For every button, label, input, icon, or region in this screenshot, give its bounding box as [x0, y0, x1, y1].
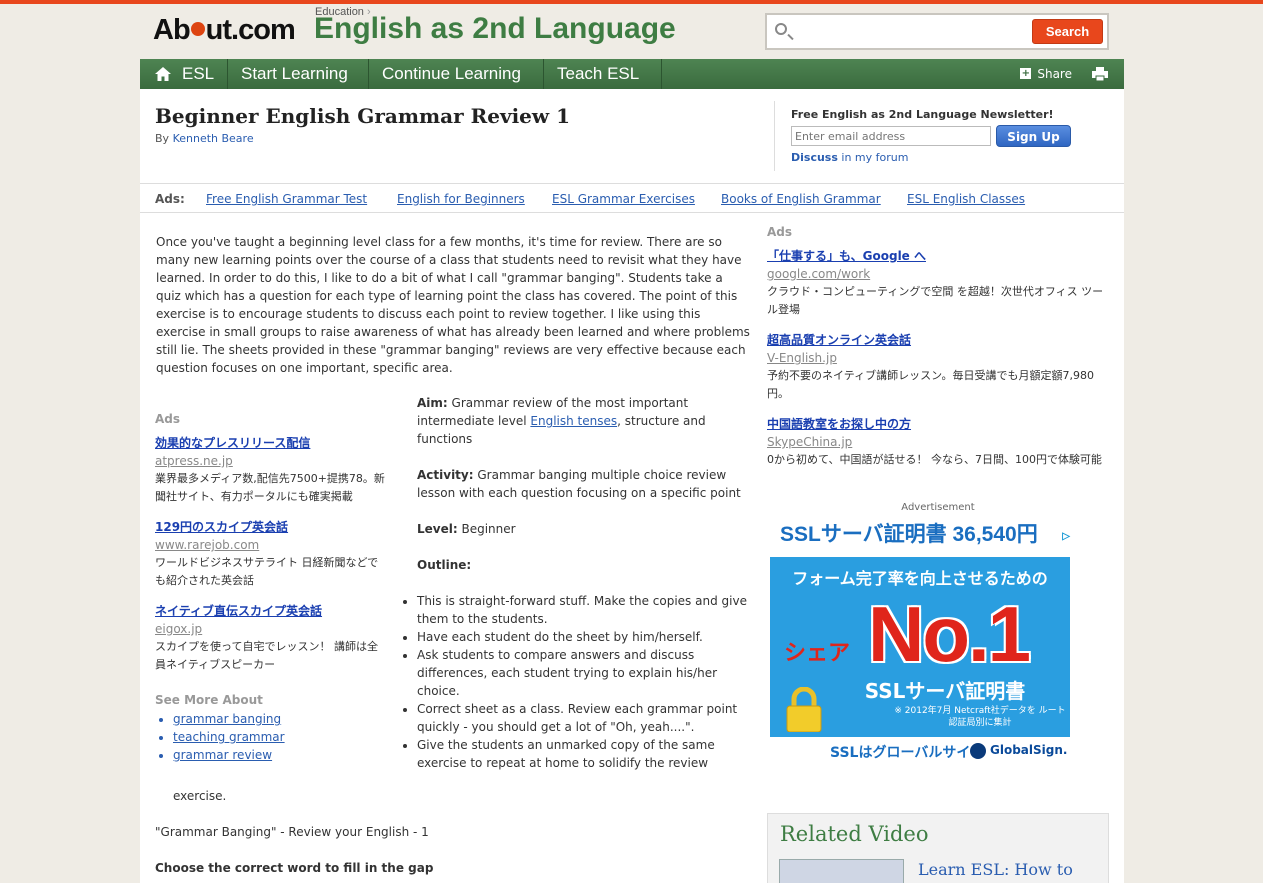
globalsign-icon — [970, 743, 986, 759]
list-item: grammar review — [173, 746, 285, 764]
about-logo[interactable]: Ab ut.com — [153, 14, 296, 47]
ad-description: ワールドビジネスサテライト 日経新聞などでも紹介された英会話 — [155, 556, 379, 587]
exercise-instructions: Choose the correct word to fill in the g… — [155, 861, 434, 875]
logo-dot-icon — [190, 22, 205, 37]
activity-paragraph: Activity: Grammar banging multiple choic… — [417, 468, 741, 500]
ads-bar-link[interactable]: ESL Grammar Exercises — [552, 192, 695, 206]
article-intro: Once you've taught a beginning level cla… — [156, 235, 750, 375]
ad-url-link[interactable]: SkypeChina.jp — [767, 433, 1109, 451]
ad-description: 予約不要のネイティブ講師レッスン。毎日受講でも月額定額7,980円。 — [767, 369, 1094, 400]
banner-share-text: シェア — [784, 640, 851, 665]
exercise-title: "Grammar Banging" - Review your English … — [155, 825, 429, 839]
nav-item-esl[interactable]: ESL — [140, 59, 228, 89]
level-paragraph: Level: Beginner — [417, 522, 516, 536]
list-item: Have each student do the sheet by him/he… — [417, 628, 752, 646]
list-item: Correct sheet as a class. Review each gr… — [417, 700, 752, 736]
ad-description: クラウド・コンピューティングで空間 を超越！次世代オフィス ツール登場 — [767, 285, 1104, 316]
banner-tagline: フォーム完了率を向上させるための — [792, 569, 1048, 588]
top-accent-bar — [0, 0, 1263, 4]
banner-main: フォーム完了率を向上させるための シェア No.1 SSLサーバ証明書 ※ 20… — [770, 557, 1070, 737]
ad-title-link[interactable]: 「仕事する」も、Google へ — [767, 247, 1109, 265]
nav-item-teach-esl[interactable]: Teach ESL — [544, 59, 662, 89]
email-field[interactable] — [791, 126, 991, 146]
globalsign-logo: GlobalSign. — [970, 743, 1067, 759]
see-more-label: See More About — [155, 693, 263, 707]
ad-url-link[interactable]: V-English.jp — [767, 349, 1109, 367]
list-item: grammar banging — [173, 710, 285, 728]
byline: By Kenneth Beare — [155, 132, 254, 145]
print-icon[interactable] — [1092, 67, 1108, 81]
home-icon — [155, 67, 171, 81]
search-box: Search — [765, 13, 1109, 50]
related-video: Related Video Learn ESL: How to — [767, 813, 1109, 883]
list-item: This is straight-forward stuff. Make the… — [417, 592, 752, 628]
ad-description: 0から初めて、中国語が話せる！ 今なら、7日間、100円で体験可能 — [767, 453, 1102, 466]
nav-item-continue-learning[interactable]: Continue Learning — [369, 59, 544, 89]
content-panel: Beginner English Grammar Review 1 By Ken… — [140, 89, 1124, 883]
ads-left: Ads 効果的なプレスリリース配信 atpress.ne.jp 業界最多メディア… — [155, 412, 385, 686]
ads-bar-link[interactable]: English for Beginners — [397, 192, 525, 206]
ad-title-link[interactable]: 129円のスカイプ英会話 — [155, 518, 385, 536]
ads-bar-link[interactable]: Books of English Grammar — [721, 192, 881, 206]
list-item: Give the students an unmarked copy of th… — [417, 736, 752, 772]
ads-bar-link[interactable]: Free English Grammar Test — [206, 192, 367, 206]
article-title: Beginner English Grammar Review 1 — [155, 104, 570, 128]
ads-right-label: Ads — [767, 225, 793, 239]
list-item: Ask students to compare answers and disc… — [417, 646, 752, 700]
ad-title-link[interactable]: 超高品質オンライン英会話 — [767, 331, 1109, 349]
aim-paragraph: Aim: Grammar review of the most importan… — [417, 396, 706, 446]
search-input[interactable] — [797, 20, 1027, 44]
ads-bar-link[interactable]: ESL English Classes — [907, 192, 1025, 206]
related-video-title: Related Video — [780, 822, 929, 846]
ad-title-link[interactable]: 中国語教室をお探し中の方 — [767, 415, 1109, 433]
video-thumbnail[interactable] — [779, 859, 904, 883]
see-more-link[interactable]: grammar banging — [173, 712, 281, 726]
banner-no1-text: No.1 — [868, 590, 1031, 678]
ssl-banner-ad[interactable]: SSLサーバ証明書 36,540円 ▷ フォーム完了率を向上させるための シェア … — [770, 515, 1070, 765]
advertisement-label: Advertisement — [901, 502, 975, 513]
search-icon — [775, 23, 787, 35]
banner-footer-ssl: SSLはグローバルサイン — [830, 745, 985, 761]
outline-tail: exercise. — [173, 789, 227, 803]
search-button[interactable]: Search — [1032, 19, 1103, 44]
lesson-details: Aim: Grammar review of the most importan… — [417, 394, 752, 772]
ad-url-link[interactable]: www.rarejob.com — [155, 536, 385, 554]
banner-headline: SSLサーバ証明書 36,540円 ▷ — [770, 515, 1070, 555]
padlock-icon — [786, 687, 822, 732]
ad-description: 業界最多メディア数,配信先7500+提携78。新聞社サイト、有力ポータルにも確実… — [155, 472, 385, 503]
list-item: teaching grammar — [173, 728, 285, 746]
ad-url-link[interactable]: eigox.jp — [155, 620, 385, 638]
discuss-forum-link[interactable]: Discuss in my forum — [791, 151, 908, 164]
see-more-about: See More About grammar banging teaching … — [155, 693, 285, 764]
sign-up-button[interactable]: Sign Up — [996, 125, 1071, 147]
newsletter-divider — [774, 101, 775, 171]
ads-left-label: Ads — [155, 412, 181, 426]
ad-url-link[interactable]: atpress.ne.jp — [155, 452, 385, 470]
ads-bar-label: Ads: — [155, 192, 185, 206]
ad-title-link[interactable]: 効果的なプレスリリース配信 — [155, 434, 385, 452]
see-more-link[interactable]: teaching grammar — [173, 730, 285, 744]
outline-label: Outline: — [417, 558, 472, 572]
ad-url-link[interactable]: google.com/work — [767, 265, 1109, 283]
share-button[interactable]: + Share — [1020, 59, 1072, 89]
outline-list: This is straight-forward stuff. Make the… — [417, 592, 752, 772]
banner-note: ※ 2012年7月 Netcraft社データを ルート認証局別に集計 — [894, 706, 1066, 728]
related-video-link[interactable]: Learn ESL: How to — [918, 860, 1073, 879]
site-title[interactable]: English as 2nd Language — [314, 12, 676, 46]
ad-title-link[interactable]: ネイティブ直伝スカイプ英会話 — [155, 602, 385, 620]
nav-item-start-learning[interactable]: Start Learning — [228, 59, 369, 89]
see-more-link[interactable]: grammar review — [173, 748, 272, 762]
adchoices-icon[interactable]: ▷ — [1062, 517, 1070, 557]
main-nav: ESL Start Learning Continue Learning Tea… — [140, 59, 1124, 89]
author-link[interactable]: Kenneth Beare — [173, 132, 254, 145]
ad-description: スカイプを使って自宅でレッスン！ 講師は全員ネイティブスピーカー — [155, 640, 378, 671]
banner-footer: SSLはグローバルサイン GlobalSign. — [770, 737, 1070, 765]
ads-bar: Ads: Free English Grammar Test English f… — [140, 183, 1124, 213]
banner-ssl-text: SSLサーバ証明書 — [864, 679, 1026, 703]
plus-icon: + — [1020, 68, 1032, 79]
newsletter-title: Free English as 2nd Language Newsletter! — [791, 108, 1054, 121]
english-tenses-link[interactable]: English tenses — [530, 414, 617, 428]
ads-right: Ads 「仕事する」も、Google へ google.com/work クラウ… — [767, 225, 1109, 481]
